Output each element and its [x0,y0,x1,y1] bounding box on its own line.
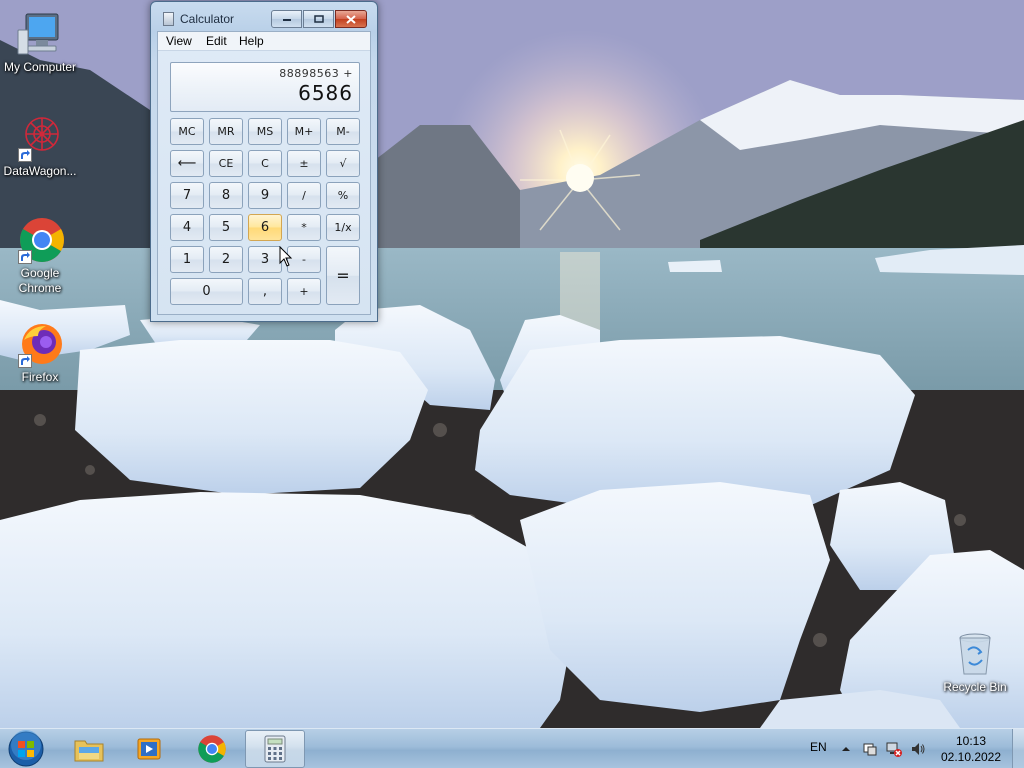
mouse-cursor-icon [279,246,293,267]
add-button[interactable]: + [287,278,321,305]
windows-orb-icon [8,730,44,767]
close-button[interactable] [335,10,367,28]
c-button[interactable]: C [248,150,282,177]
digit-6-button[interactable]: 6 [248,214,282,241]
digit-7-button[interactable]: 7 [170,182,204,209]
datawagon-icon [16,114,64,162]
calculator-window[interactable]: Calculator View Edit Help 88898563 + 658… [150,1,378,322]
chevron-up-icon [842,747,850,751]
digit-9-button[interactable]: 9 [248,182,282,209]
display-history: 88898563 + [279,67,353,80]
network-disconnected-icon[interactable] [886,741,902,757]
desktop-icon-label: My Computer [3,60,77,74]
ce-button[interactable]: CE [209,150,243,177]
start-button[interactable] [6,730,46,768]
shortcut-arrow-icon [18,148,32,162]
desktop-icon-label: Recycle Bin [943,680,1007,694]
digit-1-button[interactable]: 1 [170,246,204,273]
language-indicator[interactable]: EN [810,740,827,754]
folder-icon [74,740,104,762]
desktop-icon-label: DataWagon... [3,164,77,178]
shortcut-arrow-icon [18,354,32,368]
display-value: 6586 [298,81,353,105]
desktop-icon-datawagon[interactable]: DataWagon... [0,114,80,179]
taskbar-media-player[interactable] [122,730,178,768]
desktop-icon-label: Firefox [21,370,59,384]
desktop-icon-recycle-bin[interactable]: Recycle Bin [935,630,1015,695]
ms-button[interactable]: MS [248,118,282,145]
minimize-button[interactable] [271,10,302,28]
menu-view[interactable]: View [164,34,194,48]
decimal-button[interactable]: , [248,278,282,305]
m-plus-button[interactable]: M+ [287,118,321,145]
taskbar: EN 10:13 02.10.2022 [0,728,1024,768]
calculator-icon [264,735,286,763]
desktop-icon-google-chrome[interactable]: Google Chrome [0,216,80,296]
taskbar-file-explorer[interactable] [61,730,117,768]
show-hidden-icons-button[interactable] [838,741,854,757]
digit-2-button[interactable]: 2 [209,246,243,273]
window-title: Calculator [180,12,235,26]
mc-button[interactable]: MC [170,118,204,145]
firefox-icon [16,320,64,368]
menu-help[interactable]: Help [237,34,266,48]
taskbar-calculator[interactable] [245,730,305,768]
digit-8-button[interactable]: 8 [209,182,243,209]
backspace-button[interactable]: ⟵ [170,150,204,177]
chrome-icon [16,216,64,264]
calculator-titlebar[interactable]: Calculator [151,2,377,32]
chrome-icon [198,735,226,763]
maximize-icon [313,15,324,23]
m-minus-button[interactable]: M- [326,118,360,145]
multiply-button[interactable]: * [287,214,321,241]
show-desktop-button[interactable] [1012,729,1024,768]
digit-0-button[interactable]: 0 [170,278,243,305]
close-icon [346,14,356,24]
digit-4-button[interactable]: 4 [170,214,204,241]
desktop-icon-firefox[interactable]: Firefox [0,320,80,385]
reciprocal-button[interactable]: 1/x [326,214,360,241]
divide-button[interactable]: / [287,182,321,209]
taskbar-google-chrome[interactable] [184,730,240,768]
computer-icon [16,10,64,58]
menu-edit[interactable]: Edit [204,34,229,48]
digit-3-button[interactable]: 3 [248,246,282,273]
media-player-icon [137,738,161,760]
system-clock[interactable]: 10:13 02.10.2022 [940,733,1002,765]
calculator-display: 88898563 + 6586 [170,62,360,112]
clock-time: 10:13 [955,734,987,748]
action-center-icon[interactable] [862,741,878,757]
maximize-button[interactable] [303,10,334,28]
plus-minus-button[interactable]: ± [287,150,321,177]
calculator-body: View Edit Help 88898563 + 6586 MC MR MS … [157,31,371,315]
desktop-icon-my-computer[interactable]: My Computer [0,10,80,75]
digit-5-button[interactable]: 5 [209,214,243,241]
equals-button[interactable]: = [326,246,360,305]
recycle-bin-icon [951,630,999,678]
desktop[interactable]: My Computer DataWagon... Google Chrome F… [0,0,1024,728]
menu-bar: View Edit Help [158,32,370,51]
clock-date: 02.10.2022 [940,750,1002,764]
desktop-icon-label-line1: Google [20,266,60,280]
shortcut-arrow-icon [18,250,32,264]
desktop-icon-label-line2: Chrome [18,281,62,295]
percent-button[interactable]: % [326,182,360,209]
minimize-icon [282,19,291,21]
sqrt-button[interactable]: √ [326,150,360,177]
volume-icon[interactable] [910,741,926,757]
calculator-app-icon [163,12,174,26]
mr-button[interactable]: MR [209,118,243,145]
